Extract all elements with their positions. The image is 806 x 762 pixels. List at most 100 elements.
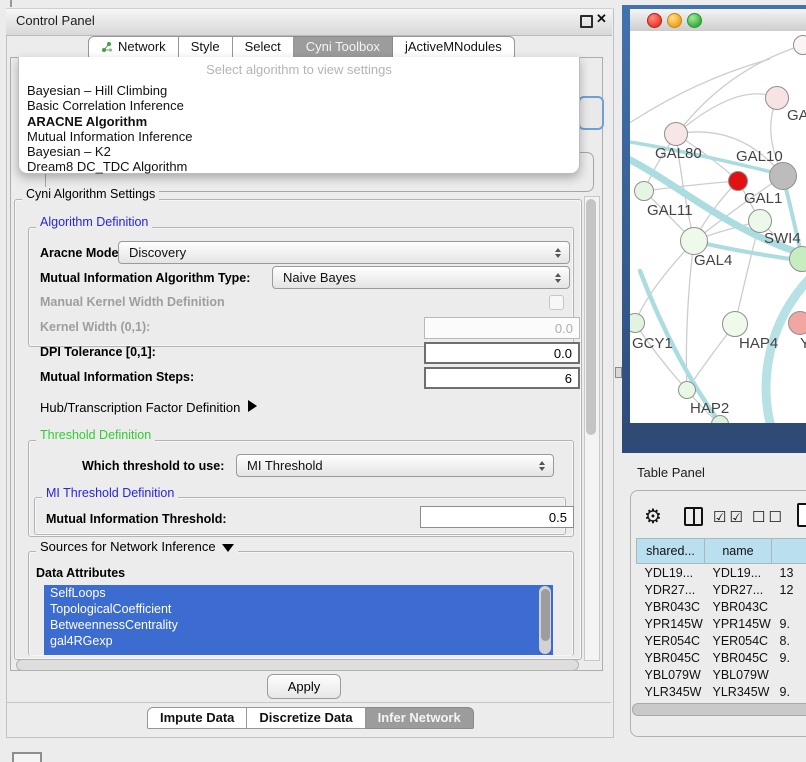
table-cell: 13 xyxy=(772,564,806,582)
tab-select[interactable]: Select xyxy=(233,36,294,58)
close-icon[interactable]: ✕ xyxy=(596,11,607,27)
columns-icon[interactable] xyxy=(684,507,703,526)
deselect-all-checkboxes-icon[interactable]: ☐☐ xyxy=(752,508,785,526)
hub-definition-toggle[interactable]: Hub/Transcription Factor Definition xyxy=(40,400,257,415)
table-row[interactable]: YDL19...YDL19...13 xyxy=(637,564,806,582)
table-cell xyxy=(772,598,806,615)
tab-style[interactable]: Style xyxy=(179,36,233,58)
splitter-handle[interactable] xyxy=(615,367,622,378)
network-window-titlebar[interactable] xyxy=(630,9,806,32)
table-row[interactable]: YBR045CYBR045C9. xyxy=(637,649,806,666)
source-item-selected[interactable]: SelfLoops xyxy=(44,585,553,601)
table-header-cell[interactable]: shared... xyxy=(637,539,705,564)
table-cell: YPR145W xyxy=(705,615,772,632)
dropdown-item[interactable]: Dream8 DC_TDC Algorithm xyxy=(27,159,572,174)
document-icon[interactable] xyxy=(797,503,806,527)
tab-label: Cyni Toolbox xyxy=(306,37,380,57)
manual-kernel-checkbox[interactable] xyxy=(549,295,564,310)
which-threshold-select[interactable]: MI Threshold xyxy=(236,454,554,477)
minimized-window-icon[interactable] xyxy=(12,752,42,762)
mi-threshold-label: Mutual Information Threshold: xyxy=(46,512,227,526)
node-label: GAL4 xyxy=(694,252,732,269)
dropdown-item[interactable]: Bayesian – Hill Climbing xyxy=(27,83,572,98)
bottom-tab-discretize-data[interactable]: Discretize Data xyxy=(247,707,365,729)
bottom-tab-impute-data[interactable]: Impute Data xyxy=(147,707,247,729)
table-row[interactable]: YBR043CYBR043C xyxy=(637,598,806,615)
zoom-traffic-light-icon[interactable] xyxy=(687,13,702,28)
dropdown-item[interactable]: ARACNE Algorithm xyxy=(27,114,572,129)
aracne-mode-select[interactable]: Discovery xyxy=(118,241,570,264)
network-node-hap4[interactable] xyxy=(722,311,748,337)
node-label: HAP2 xyxy=(690,400,729,417)
network-node-gal80[interactable] xyxy=(664,122,688,146)
network-icon xyxy=(101,41,113,53)
table-row[interactable]: YPR145WYPR145W9. xyxy=(637,615,806,632)
dropdown-item[interactable]: Bayesian – K2 xyxy=(27,144,572,159)
network-window-bottom-shadow xyxy=(622,423,806,445)
apply-button[interactable]: Apply xyxy=(267,674,341,699)
dropdown-item[interactable]: Mutual Information Inference xyxy=(27,129,572,144)
table-header-cell[interactable]: name xyxy=(705,539,772,564)
table-hscrollbar-thumb[interactable] xyxy=(632,703,806,716)
float-window-icon[interactable] xyxy=(580,15,593,28)
network-canvas[interactable]: GALGAL80GAL10GAL1GAL11SWI4GAL4GCY1HAP4YH… xyxy=(630,31,806,423)
settings-hscrollbar-thumb[interactable] xyxy=(16,659,579,671)
table-cell: YBR045C xyxy=(637,649,705,666)
tab-cyni-toolbox[interactable]: Cyni Toolbox xyxy=(294,36,393,58)
which-threshold-value: MI Threshold xyxy=(247,458,323,473)
algorithm-definition-title: Algorithm Definition xyxy=(36,215,152,229)
node-table[interactable]: shared...name YDL19...YDL19...13YDR27...… xyxy=(636,538,806,717)
table-row[interactable]: YER054CYER054C8. xyxy=(637,632,806,649)
network-node-y[interactable] xyxy=(788,311,806,335)
network-node[interactable] xyxy=(728,171,748,191)
dropdown-item[interactable]: Basic Correlation Inference xyxy=(27,98,572,113)
table-header-cell[interactable] xyxy=(772,539,806,564)
node-label: GAL10 xyxy=(736,148,783,165)
close-traffic-light-icon[interactable] xyxy=(647,13,662,28)
table-cell: YER054C xyxy=(637,632,705,649)
table-cell: YLR345W xyxy=(637,683,705,700)
network-node-hap2[interactable] xyxy=(678,381,696,399)
collapsed-arrow-icon xyxy=(248,400,257,412)
table-row[interactable]: YBL079WYBL079W xyxy=(637,666,806,683)
bottom-tab-infer-network[interactable]: Infer Network xyxy=(366,707,474,729)
source-item-selected[interactable]: TopologicalCoefficient xyxy=(44,601,553,617)
network-node[interactable] xyxy=(793,35,806,55)
table-cell: YBR045C xyxy=(705,649,772,666)
aracne-mode-value: Discovery xyxy=(129,245,186,260)
table-row[interactable]: YLR345WYLR345W9. xyxy=(637,683,806,700)
network-node-gal[interactable] xyxy=(765,86,789,110)
table-cell: 9. xyxy=(772,649,806,666)
minimize-traffic-light-icon[interactable] xyxy=(667,13,682,28)
select-all-checkboxes-icon[interactable]: ☑☑ xyxy=(713,508,746,526)
mi-type-select[interactable]: Naive Bayes xyxy=(272,266,570,289)
kernel-width-label: Kernel Width (0,1): xyxy=(40,320,150,334)
network-node-gal10[interactable] xyxy=(769,162,797,190)
dpi-tolerance-input[interactable]: 0.0 xyxy=(424,342,580,364)
bottom-tab-bar: Impute DataDiscretize DataInfer Network xyxy=(147,707,474,729)
mi-steps-input[interactable]: 6 xyxy=(424,367,580,389)
gear-icon[interactable]: ⚙ xyxy=(644,504,662,529)
mi-threshold-input[interactable]: 0.5 xyxy=(420,506,574,528)
table-cell: YPR145W xyxy=(637,615,705,632)
network-node-gal11[interactable] xyxy=(634,181,654,201)
top-tab-bar: NetworkStyleSelect Cyni Toolbox jActiveMNo… xyxy=(88,36,515,58)
tab-network[interactable]: Network xyxy=(88,36,179,58)
tab-jactivemnodules[interactable]: jActiveMNodules xyxy=(393,36,515,58)
sources-group-title[interactable]: Sources for Network Inference xyxy=(36,539,238,554)
table-row[interactable]: YDR27...YDR27...12 xyxy=(637,581,806,598)
source-item-selected[interactable]: gal4RGexp xyxy=(44,633,553,649)
node-label: HAP4 xyxy=(739,335,778,352)
network-node-gal4[interactable] xyxy=(680,227,708,255)
data-attributes-list[interactable]: SelfLoopsTopologicalCoefficientBetweenne… xyxy=(44,585,553,655)
kernel-width-input[interactable]: 0.0 xyxy=(424,317,580,339)
table-cell: YDL19... xyxy=(637,564,705,582)
threshold-definition-title: Threshold Definition xyxy=(36,428,155,442)
mi-threshold-value: 0.5 xyxy=(549,510,567,525)
hub-definition-label: Hub/Transcription Factor Definition xyxy=(40,400,240,415)
source-item-selected[interactable]: BetweennessCentrality xyxy=(44,617,553,633)
divider xyxy=(7,702,611,703)
table-cell: 9. xyxy=(772,683,806,700)
settings-vscrollbar-thumb[interactable] xyxy=(586,199,596,435)
list-scrollbar-thumb[interactable] xyxy=(541,589,550,641)
